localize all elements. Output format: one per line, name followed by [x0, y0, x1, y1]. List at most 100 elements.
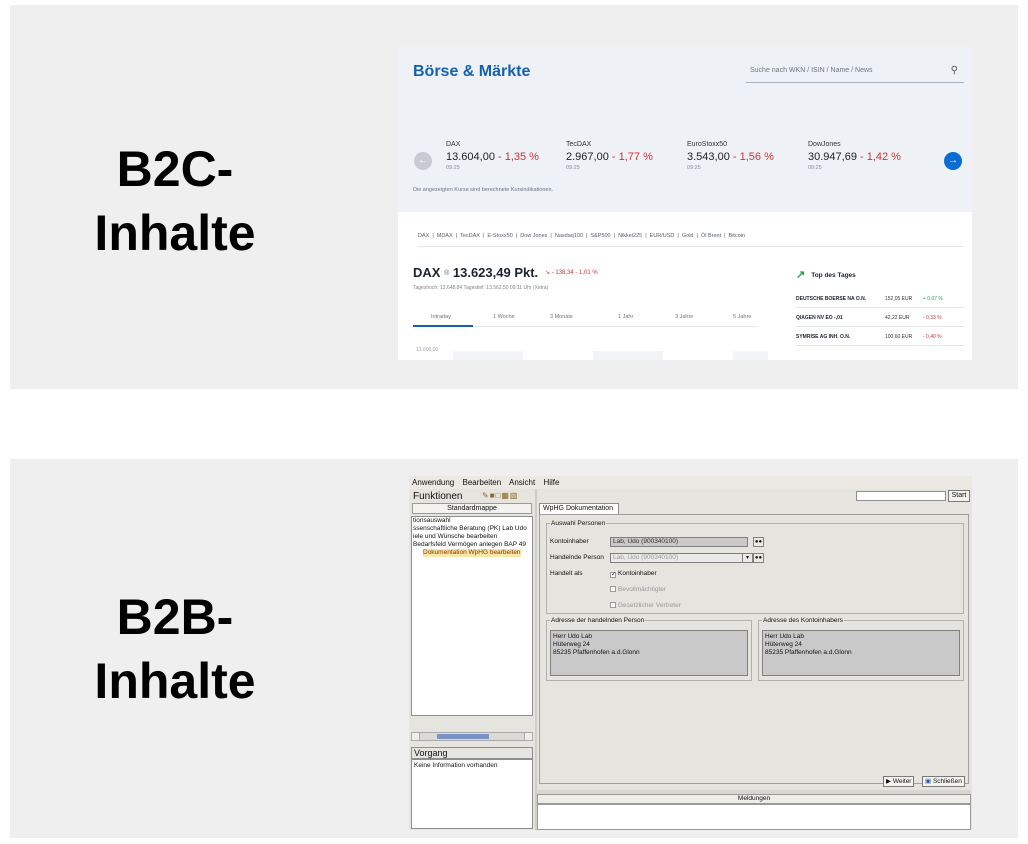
tree-item[interactable]: iele und Wünsche bearbeiten [412, 533, 532, 541]
index-tab[interactable]: Öl Brent [701, 233, 721, 239]
b2c-panel: B2C- Inhalte Börse & Märkte Suche nach W… [10, 5, 1018, 389]
meldungen-header: Meldungen [537, 794, 971, 804]
window-icon: ▣ [925, 778, 932, 785]
tab-intraday[interactable]: Intraday [431, 314, 451, 320]
page-title: Börse & Märkte [413, 63, 531, 80]
tab-1-jahr[interactable]: 1 Jahr [618, 314, 633, 320]
quote-time: 09:25 [687, 165, 701, 171]
carousel-next-button[interactable]: → [944, 152, 962, 170]
top-stock-change: + 0,07 % [923, 296, 943, 302]
top-title-text: Top des Tages [811, 272, 856, 279]
search-icon[interactable]: ⚲ [951, 65, 958, 76]
scroll-thumb[interactable] [437, 734, 489, 739]
tree-item-selected[interactable]: Dokumentation WpHG bearbeiten [423, 549, 521, 557]
market-hero: Börse & Märkte Suche nach WKN / ISIN / N… [398, 47, 972, 212]
tree-item[interactable]: ssenschaftliche Beratung (PK) Lab Udo [412, 525, 532, 533]
quote-name: EuroStoxx50 [687, 141, 728, 148]
start-button[interactable]: Start [948, 490, 970, 502]
checkbox-label: Kontoinhaber [618, 570, 657, 577]
top-row[interactable]: SYMRISE AG INH. O.N. 100,60 EUR - 0,40 % [796, 328, 964, 346]
tab-separator: | [586, 233, 588, 239]
kontoinhaber-field[interactable]: Lab, Udo (900340100) [610, 537, 748, 547]
address-line: Hüterweg 24 [765, 641, 802, 648]
address-line: 85235 Pfaffenhofen a.d.Glonn [553, 649, 640, 656]
quote-time: 09:25 [808, 165, 822, 171]
trend-down-icon: ↘ [545, 270, 551, 276]
quote-card[interactable]: TecDAX 2.967,00 - 1,77 % 09:25 [566, 141, 686, 171]
index-tab[interactable]: MDAX [437, 233, 453, 239]
quote-card[interactable]: EuroStoxx50 3.543,00 - 1,56 % 09:25 [687, 141, 807, 171]
search-input[interactable] [856, 491, 946, 501]
tab-separator: | [613, 233, 616, 239]
top-row[interactable]: DEUTSCHE BOERSE NA O.N. 152,05 EUR + 0,0… [796, 290, 964, 308]
quote-card[interactable]: DowJones 30.947,69 - 1,42 % 09:25 [808, 141, 928, 171]
index-tab[interactable]: Nasdaq100 [555, 233, 583, 239]
trend-up-icon: ↗ [796, 269, 806, 281]
index-tab[interactable]: Bitcoin [729, 233, 746, 239]
standardmappe-button[interactable]: Standardmappe [412, 503, 532, 514]
top-stock-price: 152,05 EUR [885, 296, 913, 302]
quote-value-line: 2.967,00 - 1,77 % [566, 151, 686, 163]
play-icon: ▶ [886, 778, 891, 785]
quote-change: - 1,42 % [856, 151, 901, 163]
binoculars-icon[interactable]: ●● [753, 537, 764, 547]
binoculars-icon[interactable]: ●● [753, 553, 764, 563]
b2c-heading-line1: B2C- [116, 141, 234, 197]
index-tabs: DAX | MDAX | TecDAX | E-Stoxx50 | Dow Jones | Nasd… [418, 233, 963, 247]
function-tree[interactable]: tionsauswahl ssenschaftliche Beratung (P… [411, 516, 533, 716]
quote-time: 09:25 [566, 165, 580, 171]
weiter-button[interactable]: ▶ Weiter [883, 776, 915, 787]
tab-5-jahre[interactable]: 5 Jahre [733, 314, 751, 320]
top-row[interactable]: QIAGEN NV EO -,01 42,22 EUR - 0,33 % [796, 309, 964, 327]
tab-3-jahre[interactable]: 3 Jahre [675, 314, 693, 320]
menu-hilfe[interactable]: Hilfe [543, 478, 559, 487]
index-tab[interactable]: Nikkei225 [618, 233, 642, 239]
quote-time: 09:25 [446, 165, 460, 171]
checkbox-box[interactable] [610, 586, 616, 592]
search-input[interactable]: Suche nach WKN / ISIN / Name / News ⚲ [746, 57, 964, 83]
scroll-right-arrow[interactable] [524, 733, 532, 740]
scroll-left-arrow[interactable] [412, 733, 420, 740]
index-tab[interactable]: Dow Jones [520, 233, 547, 239]
index-tab[interactable]: S&P500 [590, 233, 610, 239]
vorgang-info: Keine Information vorhanden [411, 759, 533, 829]
index-tab[interactable]: Gold [682, 233, 694, 239]
menu-ansicht[interactable]: Ansicht [509, 478, 535, 487]
index-tab[interactable]: EUR/USD [650, 233, 675, 239]
checkbox-label: Gesetzlicher Vertreter [618, 602, 681, 609]
tree-item[interactable]: Bedarfsfeld Vermögen anlegen BAP 49 [412, 541, 532, 549]
checkbox-gesetzlicher-vertreter[interactable]: Gesetzlicher Vertreter [610, 602, 681, 609]
menu-anwendung[interactable]: Anwendung [412, 478, 454, 487]
checkbox-bevollmaechtigter[interactable]: Bevollmächtigter [610, 586, 666, 593]
tab-separator: | [482, 233, 485, 239]
tab-wphg-dokumentation[interactable]: WpHG Dokumentation [539, 503, 619, 514]
index-tab[interactable]: DAX [418, 233, 429, 239]
checkbox-box[interactable] [610, 602, 616, 608]
range-tabs: Intraday 1 Woche 3 Monate 1 Jahr 3 Jahre… [413, 309, 758, 327]
index-tab[interactable]: TecDAX [460, 233, 480, 239]
checkbox-checked-icon[interactable]: ✓ [610, 572, 616, 578]
chevron-down-icon[interactable]: ▾ [742, 553, 753, 563]
index-tab[interactable]: E-Stoxx50 [487, 233, 512, 239]
b2c-screenshot: Börse & Märkte Suche nach WKN / ISIN / N… [398, 47, 972, 360]
quote-value: 30.947,69 [808, 151, 857, 163]
horizontal-scrollbar[interactable] [411, 732, 533, 741]
checkbox-kontoinhaber[interactable]: ✓ Kontoinhaber [610, 570, 657, 578]
quote-card[interactable]: DAX 13.604,00 - 1,35 % 09:25 [446, 141, 566, 171]
handelnde-person-select[interactable]: Lab, Udo (900340100) [610, 553, 748, 563]
toolbar-icons[interactable]: ✎■□▦▧ [482, 491, 518, 500]
quote-name: DowJones [808, 141, 841, 148]
quote-value-line: 30.947,69 - 1,42 % [808, 151, 928, 163]
b2b-heading-line2: Inhalte [94, 653, 256, 709]
address-line: Hüterweg 24 [553, 641, 590, 648]
chart-axis-label: 13.600,00 [416, 347, 439, 353]
carousel-prev-button[interactable]: ← [414, 152, 432, 170]
address-line: Herr Udo Lab [553, 633, 593, 640]
tab-3-monate[interactable]: 3 Monate [550, 314, 573, 320]
tree-item[interactable]: tionsauswahl [412, 517, 532, 525]
meldungen-panel [537, 804, 971, 830]
tab-1-woche[interactable]: 1 Woche [493, 314, 515, 320]
menu-bearbeiten[interactable]: Bearbeiten [463, 478, 502, 487]
schliessen-button[interactable]: ▣ Schließen [922, 776, 965, 787]
b2c-heading-line2: Inhalte [94, 205, 256, 261]
